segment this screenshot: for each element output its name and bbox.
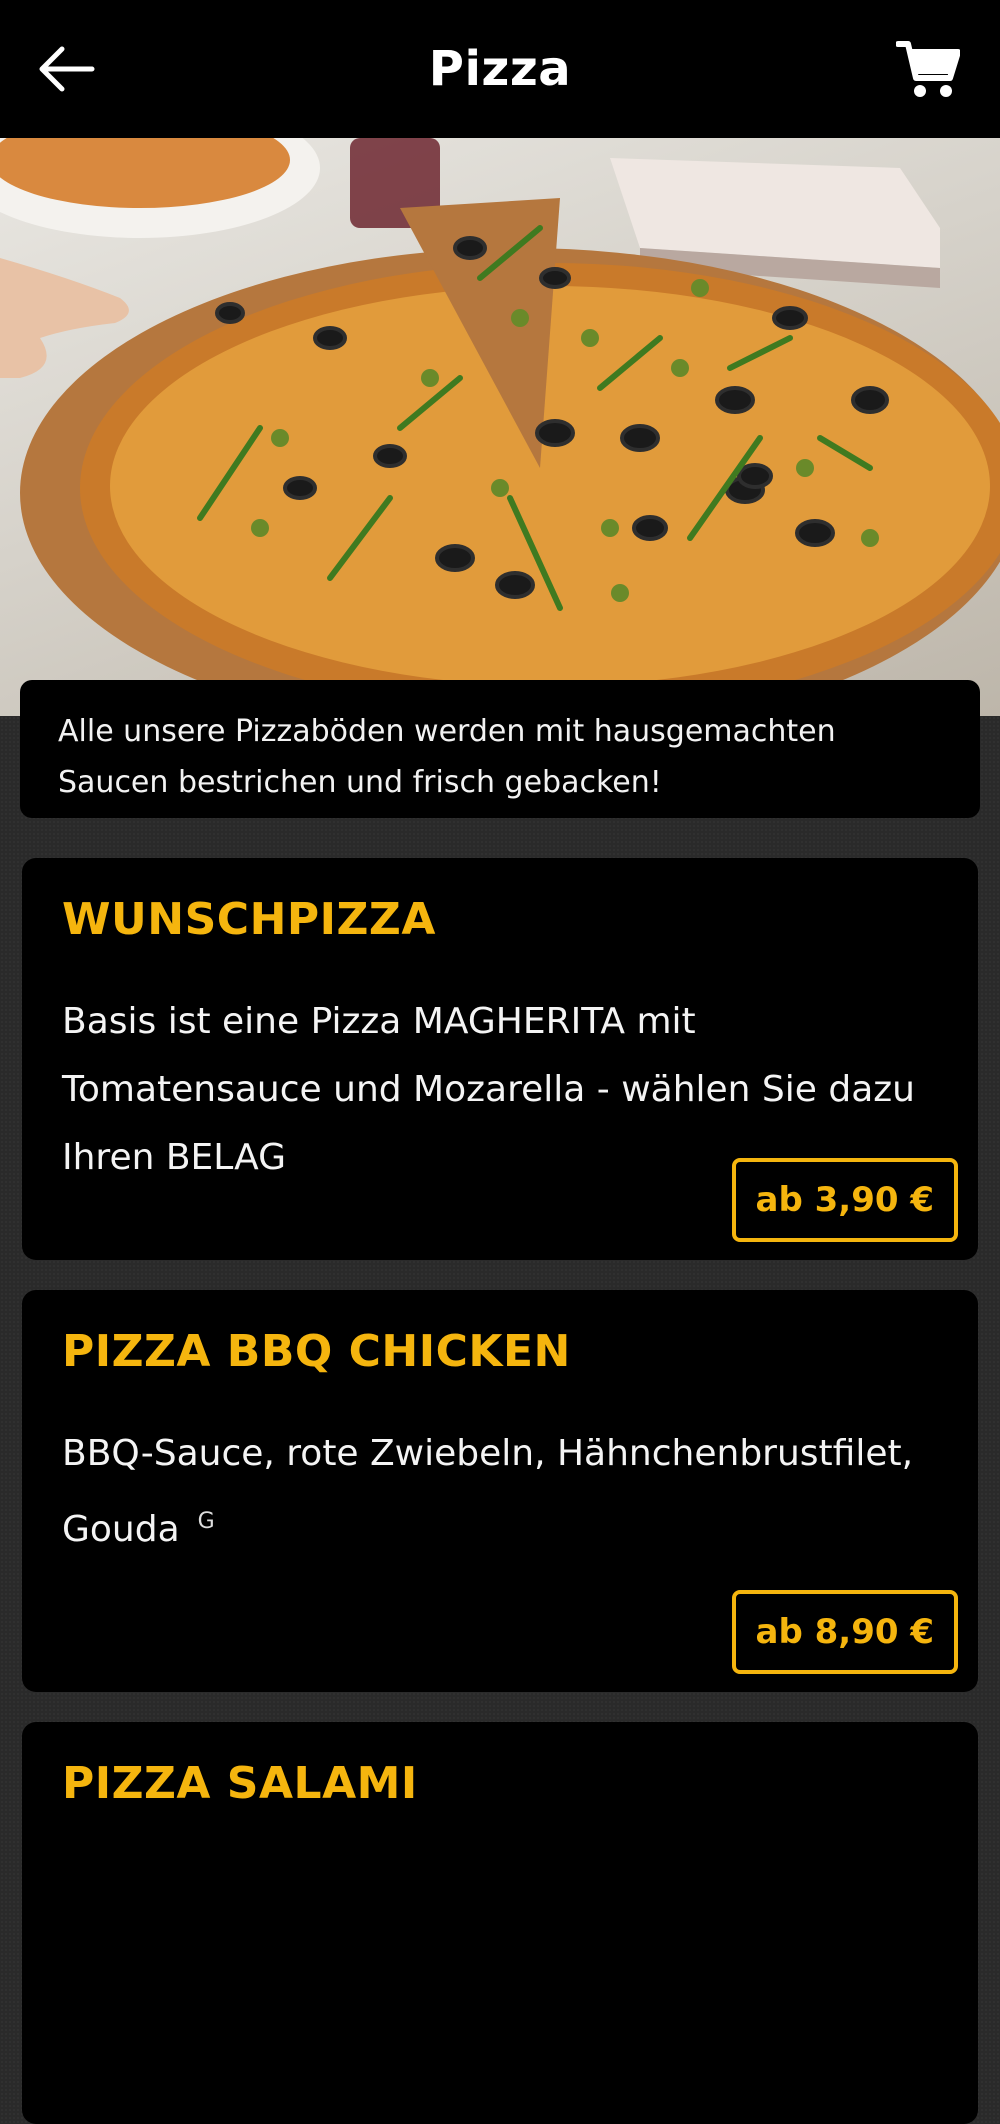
back-button[interactable] — [36, 44, 96, 94]
top-app-bar: Pizza — [0, 0, 1000, 138]
product-card-bbq-chicken[interactable]: PIZZA BBQ CHICKEN BBQ-Sauce, rote Zwiebe… — [22, 1290, 978, 1692]
arrow-left-icon — [39, 46, 95, 92]
cart-button[interactable] — [895, 38, 961, 100]
product-name: PIZZA BBQ CHICKEN — [62, 1326, 571, 1377]
price-button[interactable]: ab 8,90 € — [731, 1590, 958, 1674]
product-card-wunschpizza[interactable]: WUNSCHPIZZA Basis ist eine Pizza MAGHERI… — [22, 858, 978, 1260]
allergen-marker: G — [197, 1509, 215, 1534]
page-title: Pizza — [428, 41, 572, 97]
product-description-text: BBQ-Sauce, rote Zwiebeln, Hähnchenbrustf… — [62, 1433, 914, 1550]
product-name: WUNSCHPIZZA — [62, 894, 436, 945]
price-button[interactable]: ab 3,90 € — [731, 1158, 958, 1242]
info-notice: Alle unsere Pizzaböden werden mit hausge… — [20, 680, 980, 818]
product-card-salami[interactable]: PIZZA SALAMI — [22, 1722, 978, 2124]
product-name: PIZZA SALAMI — [62, 1758, 418, 1809]
product-description: BBQ-Sauce, rote Zwiebeln, Hähnchenbrustf… — [62, 1420, 942, 1564]
pizza-illustration — [0, 138, 1000, 716]
shopping-cart-icon — [895, 41, 961, 97]
hero-pizza-image — [0, 138, 1000, 716]
